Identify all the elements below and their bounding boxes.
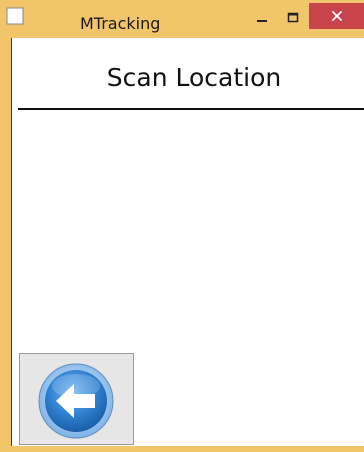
app-icon [6,7,24,25]
window-title: MTracking [80,14,161,33]
close-button[interactable] [309,3,364,29]
minimize-button[interactable] [247,3,277,33]
app-window: MTracking Scan Location [0,0,364,452]
header-divider [18,108,364,110]
close-icon [331,7,343,26]
back-button[interactable] [19,353,134,445]
maximize-icon [287,9,299,28]
main-content: Scan Location [11,38,364,446]
page-title: Scan Location [106,63,282,92]
title-bar[interactable]: MTracking [0,0,364,40]
minimize-icon [256,9,268,28]
back-arrow-icon [37,362,115,440]
maximize-button[interactable] [278,3,308,33]
